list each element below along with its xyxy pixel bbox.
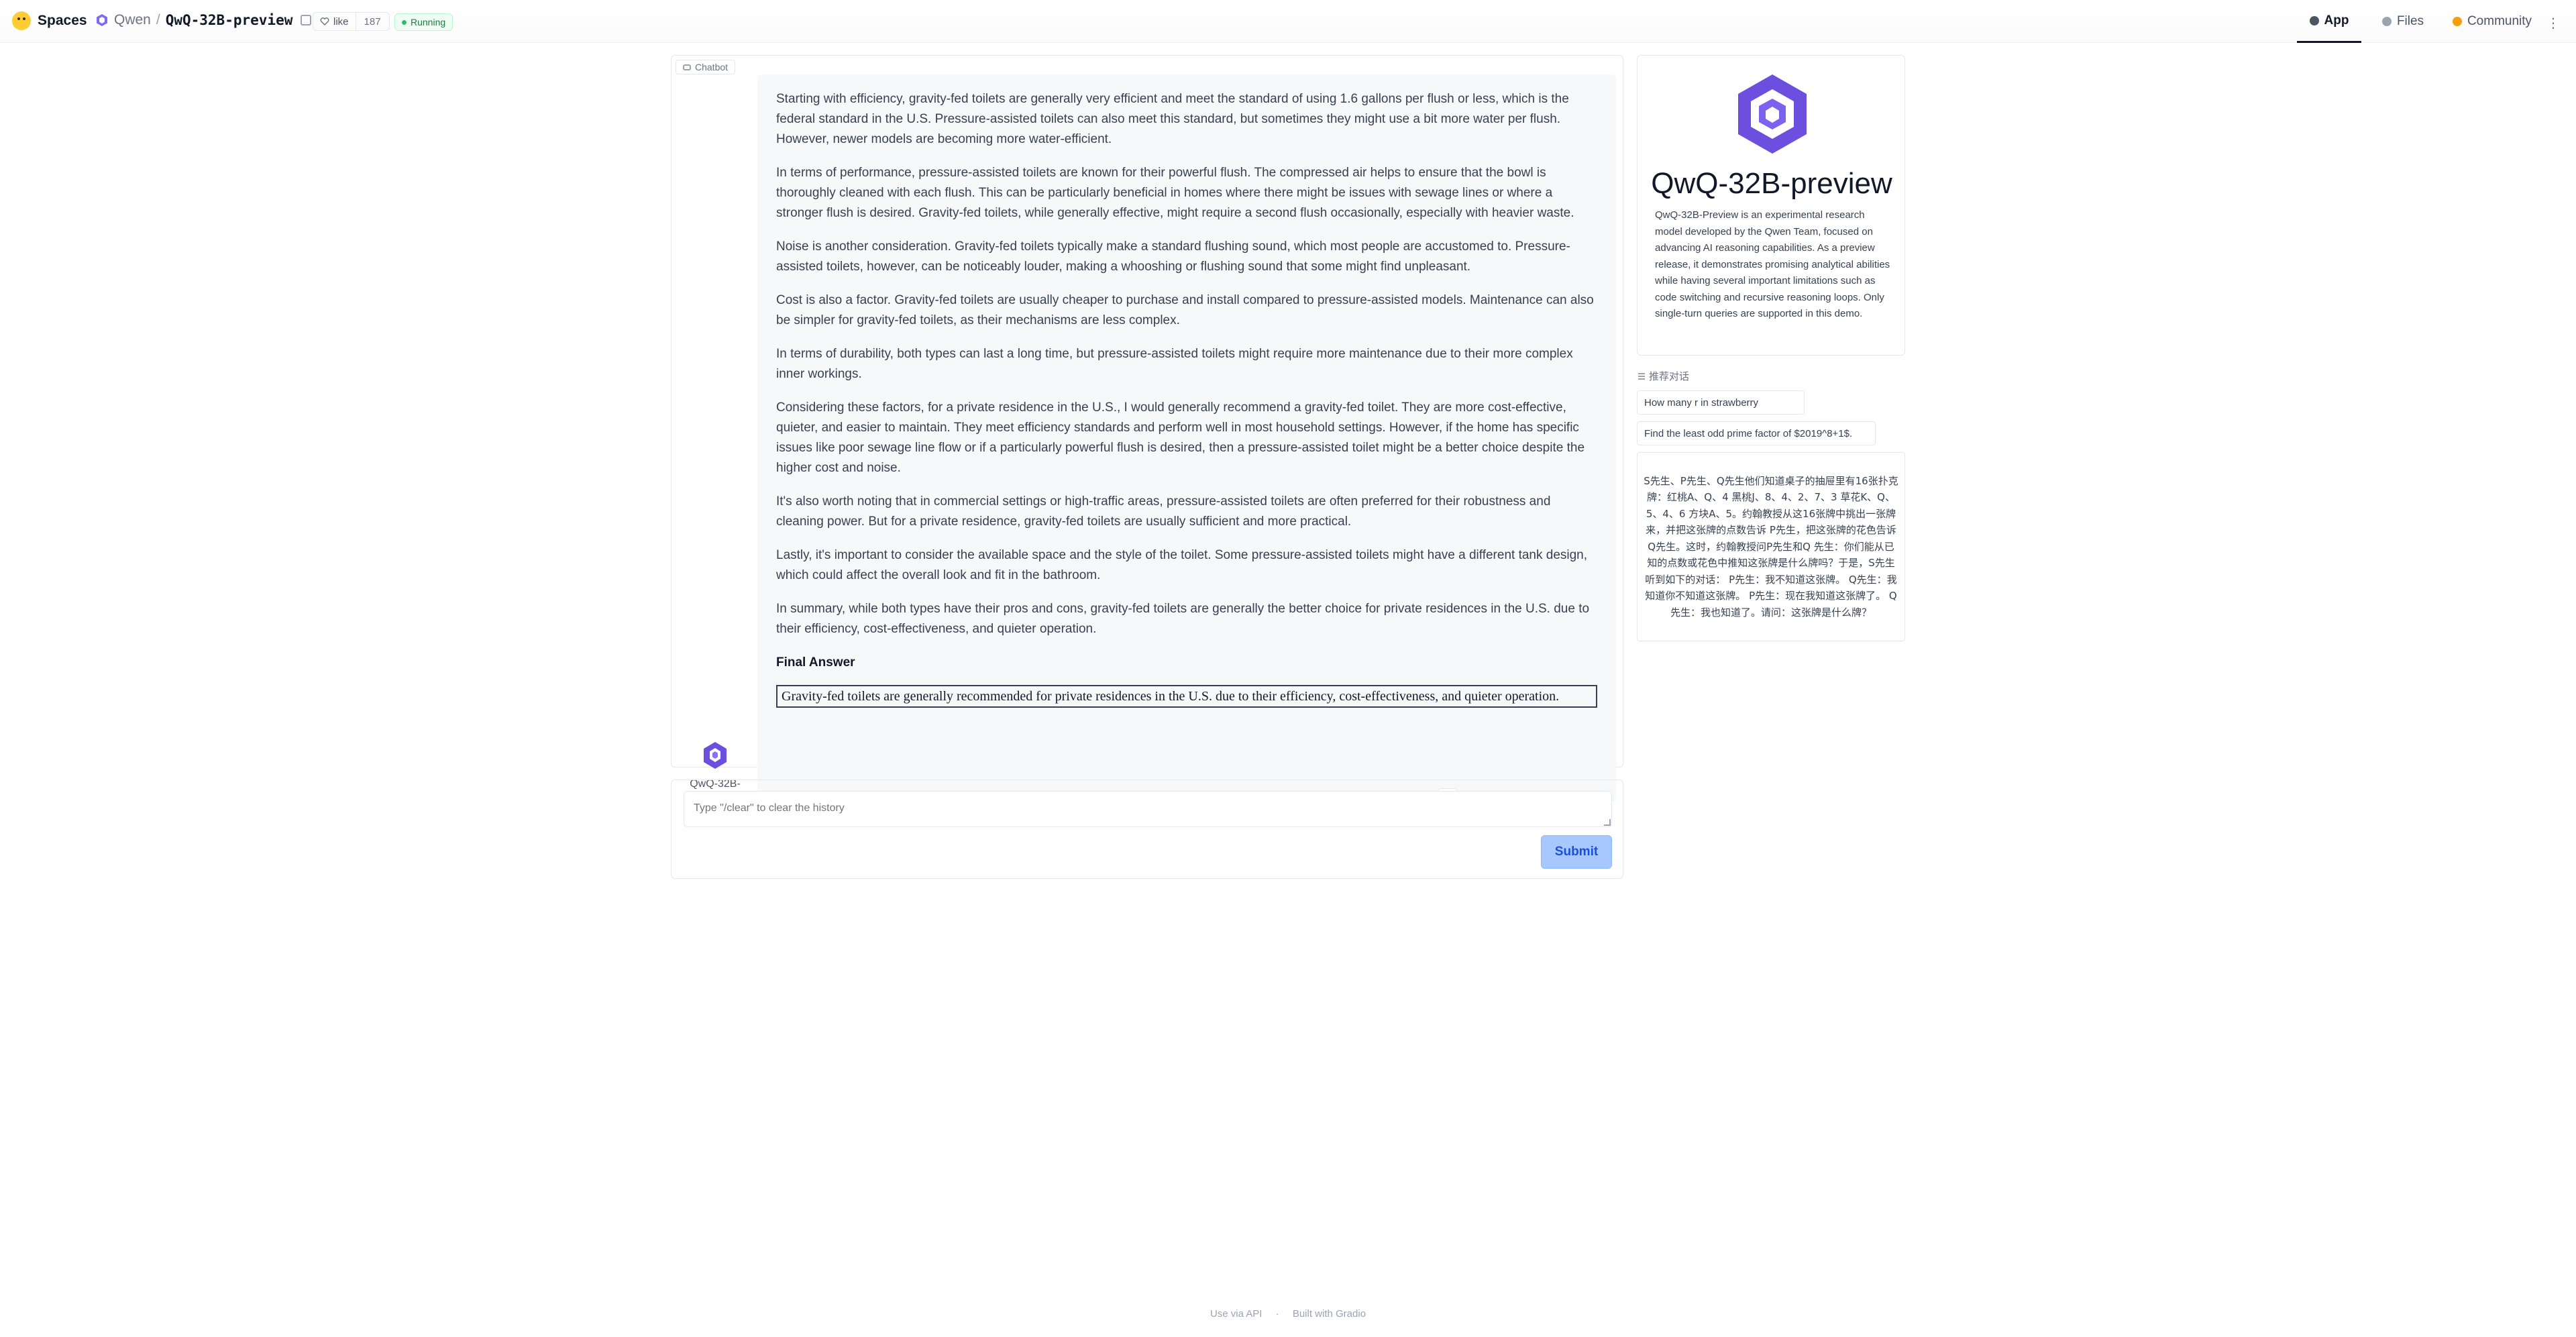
bot-avatar	[704, 742, 727, 769]
more-options-icon[interactable]: ⋮	[2546, 15, 2568, 31]
chatbot-panel: Chatbot QwQ-32B-preview Starting with ef…	[671, 55, 1623, 808]
org-link[interactable]: Qwen	[114, 12, 151, 28]
community-icon	[2452, 17, 2462, 26]
huggingface-logo-icon	[12, 11, 31, 30]
brand-label: Spaces	[38, 13, 87, 28]
status-dot-icon	[402, 19, 407, 25]
chatbot-label-text: Chatbot	[695, 62, 729, 72]
like-label-group: like	[313, 13, 356, 30]
files-icon	[2381, 17, 2392, 26]
input-panel: Submit	[671, 780, 1623, 879]
examples-label-text: 推荐对话	[1649, 371, 1690, 382]
tab-community-label: Community	[2467, 14, 2532, 28]
chatbot-label: Chatbot	[676, 60, 736, 74]
status-badge: Running	[394, 13, 453, 31]
footer-separator: ·	[1275, 1308, 1279, 1320]
copy-repo-name-icon[interactable]	[301, 15, 312, 25]
message-paragraph: In summary, while both types have their …	[776, 602, 1590, 636]
tab-app-label: App	[2324, 13, 2349, 28]
message-paragraph: Noise is another consideration. Gravity-…	[776, 239, 1570, 274]
submit-button[interactable]: Submit	[1541, 835, 1612, 869]
breadcrumb-separator: /	[156, 12, 160, 28]
like-count: 187	[364, 15, 381, 28]
tab-app[interactable]: App	[2297, 0, 2361, 43]
tab-files-label: Files	[2396, 14, 2424, 28]
list-icon	[1638, 372, 1645, 380]
status-label: Running	[411, 17, 446, 28]
tab-files[interactable]: Files	[2371, 0, 2435, 43]
repo-name-link[interactable]: QwQ-32B-preview	[166, 12, 293, 28]
chat-bubble-icon	[683, 64, 691, 70]
message-paragraph: Starting with efficiency, gravity-fed to…	[776, 92, 1569, 146]
resize-handle-icon[interactable]	[1604, 819, 1611, 826]
qwq-logo-icon	[1738, 74, 1807, 154]
use-via-api-link[interactable]: Use via API	[1210, 1308, 1263, 1320]
bot-message: Starting with efficiency, gravity-fed to…	[757, 74, 1616, 802]
message-paragraph: Lastly, it's important to consider the a…	[776, 548, 1588, 582]
tab-community[interactable]: Community	[2442, 0, 2542, 43]
like-label: like	[333, 15, 349, 28]
breadcrumb: Qwen / QwQ-32B-preview	[95, 12, 312, 28]
message-paragraph: Cost is also a factor. Gravity-fed toile…	[776, 293, 1594, 327]
message-paragraph: In terms of performance, pressure-assist…	[776, 166, 1574, 220]
message-paragraph: Considering these factors, for a private…	[776, 400, 1585, 475]
built-with-gradio-link[interactable]: Built with Gradio	[1293, 1308, 1366, 1320]
message-paragraph: In terms of durability, both types can l…	[776, 347, 1573, 381]
footer: Use via API · Built with Gradio	[0, 1308, 2576, 1320]
message-input[interactable]	[684, 791, 1612, 827]
final-answer-heading: Final Answer	[776, 655, 855, 670]
model-info-panel: QwQ-32B-preview QwQ-32B-Preview is an ex…	[1637, 55, 1905, 356]
spaces-home-link[interactable]: Spaces	[12, 11, 87, 30]
final-answer-box: Gravity-fed toilets are generally recomm…	[776, 685, 1597, 708]
top-navbar: Spaces Qwen / QwQ-32B-preview like 187 R…	[0, 0, 2576, 43]
app-icon	[2309, 15, 2319, 25]
example-button-strawberry[interactable]: How many r in strawberry	[1637, 390, 1805, 415]
model-description: QwQ-32B-Preview is an experimental resea…	[1655, 209, 1890, 319]
examples-label: 推荐对话	[1638, 369, 1689, 383]
example-button-prime-factor[interactable]: Find the least odd prime factor of $2019…	[1637, 421, 1876, 445]
message-paragraph: It's also worth noting that in commercia…	[776, 494, 1551, 529]
like-button[interactable]: like 187	[313, 12, 390, 31]
example-button-card-puzzle[interactable]: S先生、P先生、Q先生他们知道桌子的抽屉里有16张扑克牌：红桃A、Q、4 黑桃J…	[1637, 452, 1905, 641]
model-title: QwQ-32B-preview	[1651, 167, 1892, 200]
heart-icon	[320, 17, 329, 25]
qwen-org-icon	[97, 14, 107, 26]
